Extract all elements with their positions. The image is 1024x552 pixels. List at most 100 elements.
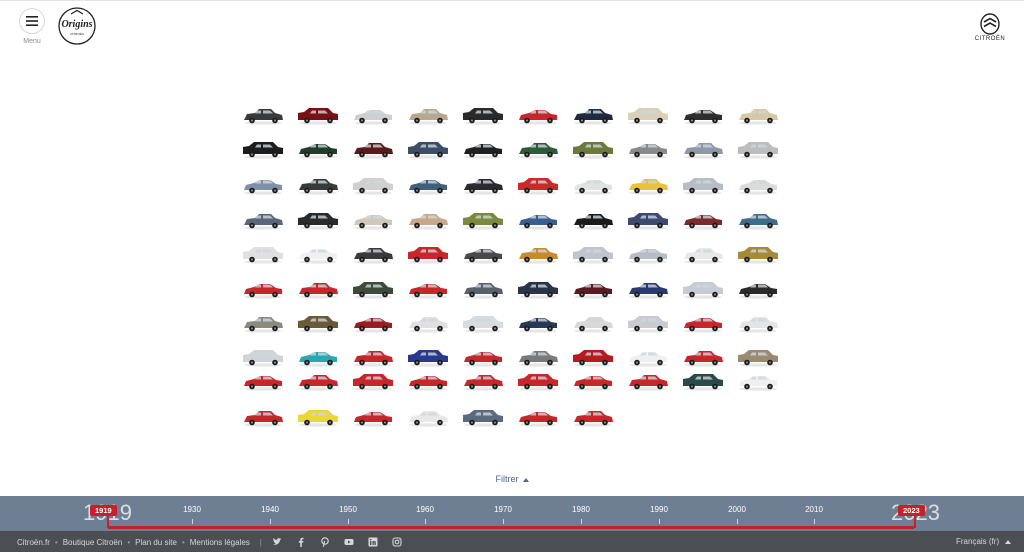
car-thumbnail[interactable] (405, 104, 451, 128)
car-thumbnail[interactable] (460, 138, 506, 162)
car-thumbnail[interactable] (350, 406, 396, 430)
car-thumbnail[interactable] (515, 138, 561, 162)
car-thumbnail[interactable] (680, 346, 726, 370)
car-thumbnail[interactable] (570, 346, 616, 370)
car-thumbnail[interactable] (350, 104, 396, 128)
car-thumbnail[interactable] (460, 312, 506, 336)
timeline-decade-label[interactable]: 1960 (405, 505, 445, 514)
car-thumbnail[interactable] (570, 138, 616, 162)
car-thumbnail[interactable] (570, 278, 616, 302)
car-thumbnail[interactable] (735, 138, 781, 162)
car-thumbnail[interactable] (735, 104, 781, 128)
car-thumbnail[interactable] (460, 370, 506, 394)
car-thumbnail[interactable] (460, 104, 506, 128)
car-thumbnail[interactable] (460, 174, 506, 198)
car-thumbnail[interactable] (405, 406, 451, 430)
filter-toggle[interactable]: Filtrer (0, 474, 1024, 484)
timeline-decade-label[interactable]: 1990 (639, 505, 679, 514)
car-thumbnail[interactable] (240, 104, 286, 128)
footer-link-mentions[interactable]: Mentions légales (190, 538, 250, 547)
car-thumbnail[interactable] (350, 278, 396, 302)
instagram-icon[interactable] (392, 537, 402, 547)
language-selector[interactable]: Français (fr) (956, 537, 1012, 546)
car-thumbnail[interactable] (295, 104, 341, 128)
car-thumbnail[interactable] (570, 370, 616, 394)
car-thumbnail[interactable] (405, 243, 451, 267)
car-thumbnail[interactable] (735, 174, 781, 198)
car-thumbnail[interactable] (350, 346, 396, 370)
car-thumbnail[interactable] (625, 138, 671, 162)
timeline-decade-label[interactable]: 1950 (328, 505, 368, 514)
car-thumbnail[interactable] (405, 174, 451, 198)
car-thumbnail[interactable] (570, 209, 616, 233)
car-thumbnail[interactable] (570, 104, 616, 128)
car-thumbnail[interactable] (240, 370, 286, 394)
car-thumbnail[interactable] (625, 370, 671, 394)
car-thumbnail[interactable] (295, 278, 341, 302)
pinterest-icon[interactable] (320, 537, 330, 547)
car-thumbnail[interactable] (405, 278, 451, 302)
car-thumbnail[interactable] (735, 312, 781, 336)
car-thumbnail[interactable] (570, 243, 616, 267)
timeline-decade-label[interactable]: 1980 (561, 505, 601, 514)
timeline-decade-label[interactable]: 2010 (794, 505, 834, 514)
car-thumbnail[interactable] (515, 209, 561, 233)
car-thumbnail[interactable] (350, 138, 396, 162)
car-thumbnail[interactable] (625, 312, 671, 336)
car-thumbnail[interactable] (295, 138, 341, 162)
car-thumbnail[interactable] (295, 370, 341, 394)
car-thumbnail[interactable] (515, 278, 561, 302)
car-thumbnail[interactable] (515, 370, 561, 394)
car-thumbnail[interactable] (680, 138, 726, 162)
youtube-icon[interactable] (344, 537, 354, 547)
car-thumbnail[interactable] (515, 312, 561, 336)
car-thumbnail[interactable] (570, 174, 616, 198)
footer-link-plan[interactable]: Plan du site (135, 538, 177, 547)
car-thumbnail[interactable] (735, 209, 781, 233)
car-thumbnail[interactable] (405, 370, 451, 394)
car-thumbnail[interactable] (460, 278, 506, 302)
car-thumbnail[interactable] (625, 104, 671, 128)
timeline-start-handle[interactable]: 1919 (90, 505, 117, 516)
car-thumbnail[interactable] (735, 278, 781, 302)
car-thumbnail[interactable] (735, 346, 781, 370)
car-thumbnail[interactable] (405, 209, 451, 233)
timeline-decade-label[interactable]: 1940 (250, 505, 290, 514)
footer-link-boutique[interactable]: Boutique Citroën (63, 538, 123, 547)
car-thumbnail[interactable] (405, 312, 451, 336)
car-thumbnail[interactable] (680, 278, 726, 302)
car-thumbnail[interactable] (515, 346, 561, 370)
car-thumbnail[interactable] (460, 243, 506, 267)
car-thumbnail[interactable] (350, 174, 396, 198)
car-thumbnail[interactable] (295, 312, 341, 336)
car-thumbnail[interactable] (240, 209, 286, 233)
twitter-icon[interactable] (272, 537, 282, 547)
car-thumbnail[interactable] (515, 243, 561, 267)
car-thumbnail[interactable] (625, 209, 671, 233)
car-thumbnail[interactable] (295, 406, 341, 430)
car-thumbnail[interactable] (625, 278, 671, 302)
car-thumbnail[interactable] (680, 243, 726, 267)
car-thumbnail[interactable] (405, 346, 451, 370)
linkedin-icon[interactable] (368, 537, 378, 547)
origins-logo[interactable]: Origins CITROËN (57, 6, 97, 46)
car-thumbnail[interactable] (240, 138, 286, 162)
car-thumbnail[interactable] (515, 406, 561, 430)
car-thumbnail[interactable] (350, 209, 396, 233)
footer-link-citroen[interactable]: Citroën.fr (17, 538, 50, 547)
car-thumbnail[interactable] (515, 104, 561, 128)
car-thumbnail[interactable] (680, 370, 726, 394)
timeline-decade-label[interactable]: 1930 (172, 505, 212, 514)
car-thumbnail[interactable] (460, 406, 506, 430)
language-label[interactable]: Français (fr) (956, 537, 999, 546)
facebook-icon[interactable] (296, 537, 306, 547)
car-thumbnail[interactable] (295, 174, 341, 198)
car-thumbnail[interactable] (680, 209, 726, 233)
car-thumbnail[interactable] (240, 278, 286, 302)
timeline-decade-label[interactable]: 2000 (717, 505, 757, 514)
car-thumbnail[interactable] (240, 406, 286, 430)
car-thumbnail[interactable] (680, 174, 726, 198)
car-thumbnail[interactable] (405, 138, 451, 162)
car-thumbnail[interactable] (295, 243, 341, 267)
car-thumbnail[interactable] (735, 243, 781, 267)
